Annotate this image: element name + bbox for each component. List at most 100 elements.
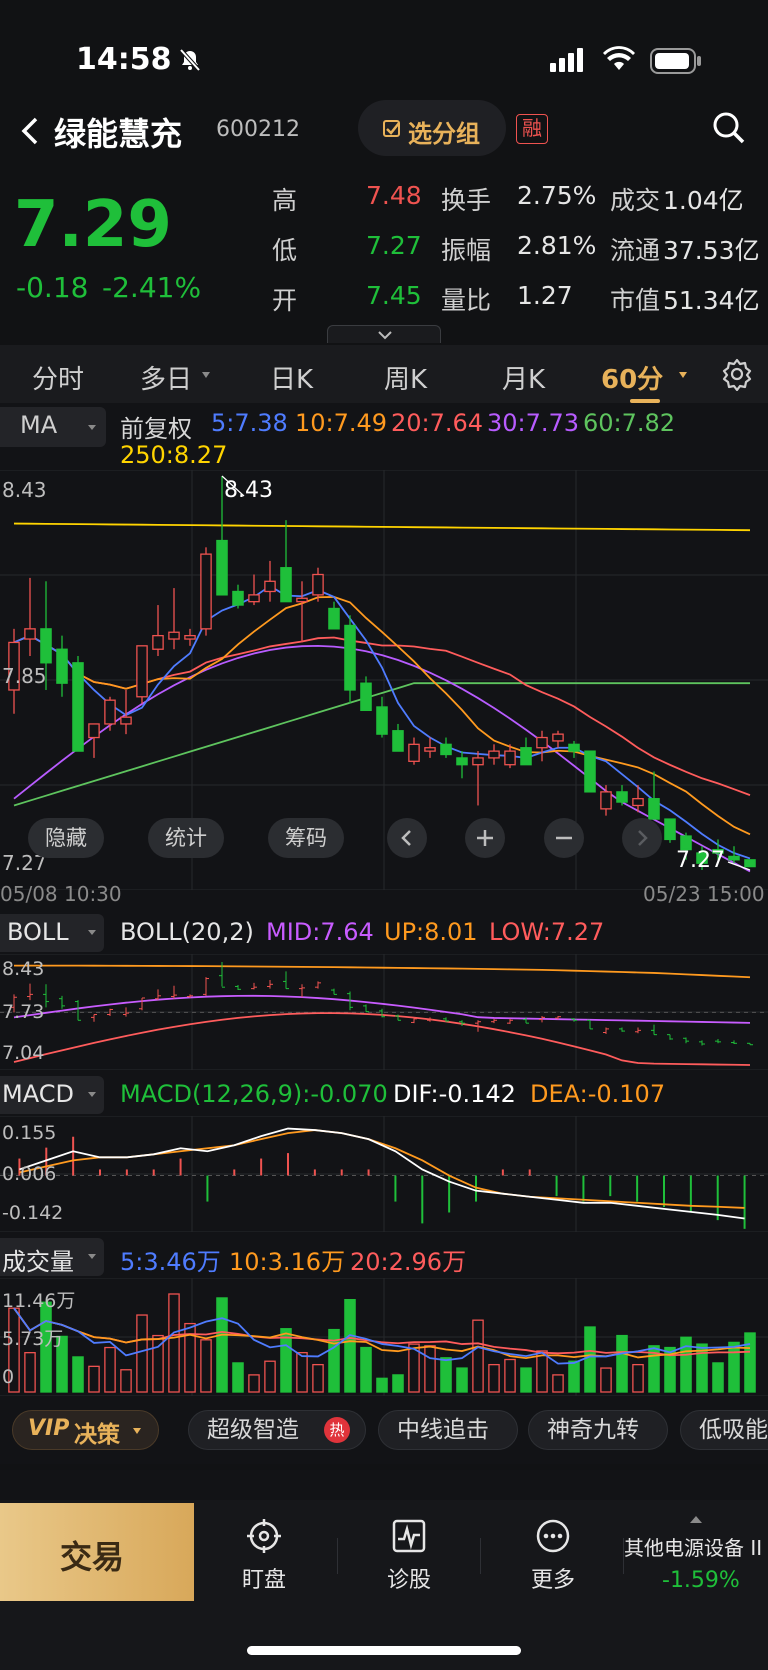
candle-body [360, 682, 372, 712]
stock-header: 绿能慧充 600212 选分组 融 [0, 95, 768, 175]
caret-down-icon [88, 1092, 96, 1097]
volume-bar [584, 1326, 596, 1393]
watch-button[interactable]: 盯盘 [219, 1562, 309, 1594]
back-icon[interactable] [14, 113, 44, 149]
trade-label: 交易 [60, 1538, 125, 1576]
volume-bar [376, 1377, 388, 1393]
volume-bar [328, 1328, 340, 1393]
tab-week-k[interactable]: 周K [384, 359, 427, 396]
candle-body [616, 791, 628, 803]
candle-body [344, 624, 356, 691]
volume-bar [168, 1293, 180, 1393]
candle-body [600, 791, 612, 810]
quote-value: 51.34亿 [663, 286, 760, 315]
last-price: 7.29 [14, 188, 172, 262]
quote-label: 开 [272, 286, 298, 315]
scroll-right-button[interactable] [622, 818, 662, 858]
ma10-value: 10:7.49 [295, 409, 388, 437]
vol-y1: 11.46万 [2, 1290, 76, 1312]
tab-multiday[interactable]: 多日 [140, 359, 192, 396]
more-button[interactable]: 更多 [508, 1562, 598, 1594]
tab-month-k[interactable]: 月K [502, 359, 545, 396]
chevron-down-icon [378, 331, 392, 340]
price-change-pct: -2.41% [102, 271, 202, 304]
tab-intraday[interactable]: 分时 [32, 359, 84, 396]
quote-label: 换手 [441, 186, 492, 215]
volume-bar [632, 1363, 644, 1393]
volume-bar [104, 1346, 116, 1393]
candle-body [744, 859, 756, 868]
adjust-mode[interactable]: 前复权 [120, 409, 192, 444]
stats-button[interactable]: 统计 [148, 818, 224, 858]
stock-code: 600212 [216, 117, 300, 142]
chip-label: 中线追击 [397, 1417, 489, 1443]
candle-body [136, 645, 148, 698]
y-axis-top: 8.43 [2, 478, 47, 502]
macd-chart[interactable] [0, 1116, 768, 1232]
volume-bar [520, 1367, 532, 1393]
candle-body [216, 539, 228, 596]
quote-label: 高 [272, 186, 298, 215]
volume-bar [552, 1374, 564, 1393]
quote-value: 2.75% [517, 181, 597, 210]
quote-label: 低 [272, 236, 298, 265]
period-tabs: 分时 多日 日K 周K 月K 60分 [0, 345, 768, 403]
boll-up-line [13, 964, 751, 979]
scroll-left-button[interactable] [387, 818, 427, 858]
volume-bar [616, 1334, 628, 1393]
quote-value: 1.27 [517, 281, 573, 310]
candle-body [584, 750, 596, 793]
minus-icon [556, 836, 572, 840]
quote-label: 量比 [441, 286, 492, 315]
margin-badge[interactable]: 融 [516, 114, 548, 144]
zoom-in-button[interactable] [465, 818, 505, 858]
hide-button[interactable]: 隐藏 [28, 818, 104, 858]
candle-body [264, 580, 276, 593]
caret-down-icon [88, 425, 96, 430]
quote-value: 1.04亿 [663, 186, 744, 215]
status-bar: 14:58 [0, 0, 768, 95]
boll-label: BOLL [7, 918, 69, 946]
volume-chart[interactable] [0, 1278, 768, 1396]
vol-ma5-line [13, 1307, 751, 1365]
diagnose-button[interactable]: 诊股 [364, 1562, 454, 1594]
tab-60min[interactable]: 60分 [601, 359, 663, 396]
candle-body [504, 750, 516, 766]
checkbox-icon [382, 119, 402, 139]
candle-body [168, 631, 180, 640]
settings-gear-icon[interactable] [720, 357, 754, 392]
macd-dif: DIF:-0.142 [393, 1080, 516, 1108]
vol-ma20-line [13, 1307, 751, 1357]
wifi-icon [603, 46, 635, 72]
candle-body [200, 553, 212, 630]
boll-up: UP:8.01 [384, 918, 478, 946]
sector-name[interactable]: 其他电源设备 II [624, 1532, 762, 1561]
chips-button[interactable]: 筹码 [268, 818, 344, 858]
divider [480, 1538, 481, 1574]
chip-label: 神奇九转 [547, 1417, 639, 1443]
diagnose-icon [391, 1518, 427, 1554]
divider [337, 1538, 338, 1574]
volume-bar [424, 1345, 436, 1393]
candle-body [392, 730, 404, 752]
candle-body [40, 628, 52, 664]
candle-body [488, 750, 500, 759]
tab-day-k[interactable]: 日K [270, 359, 313, 396]
candle-body [536, 736, 548, 749]
search-icon[interactable] [712, 111, 746, 145]
strategy-chip-mid-chase[interactable]: 中线追击 [378, 1410, 518, 1450]
home-indicator [247, 1646, 521, 1655]
boll-chart[interactable] [0, 954, 768, 1070]
candle-body [552, 733, 564, 742]
watch-icon [246, 1518, 282, 1554]
volume-bar [472, 1319, 484, 1393]
expand-quote-button[interactable] [327, 325, 441, 343]
zoom-out-button[interactable] [544, 818, 584, 858]
boll-params: BOLL(20,2) [120, 918, 254, 946]
candle-body [728, 855, 740, 861]
strategy-chip-low-buy[interactable]: 低吸能 [680, 1410, 768, 1450]
candle-body [296, 597, 308, 603]
battery-icon [650, 48, 702, 74]
dea-line [19, 1129, 745, 1209]
strategy-chip-nine-turn[interactable]: 神奇九转 [528, 1410, 668, 1450]
